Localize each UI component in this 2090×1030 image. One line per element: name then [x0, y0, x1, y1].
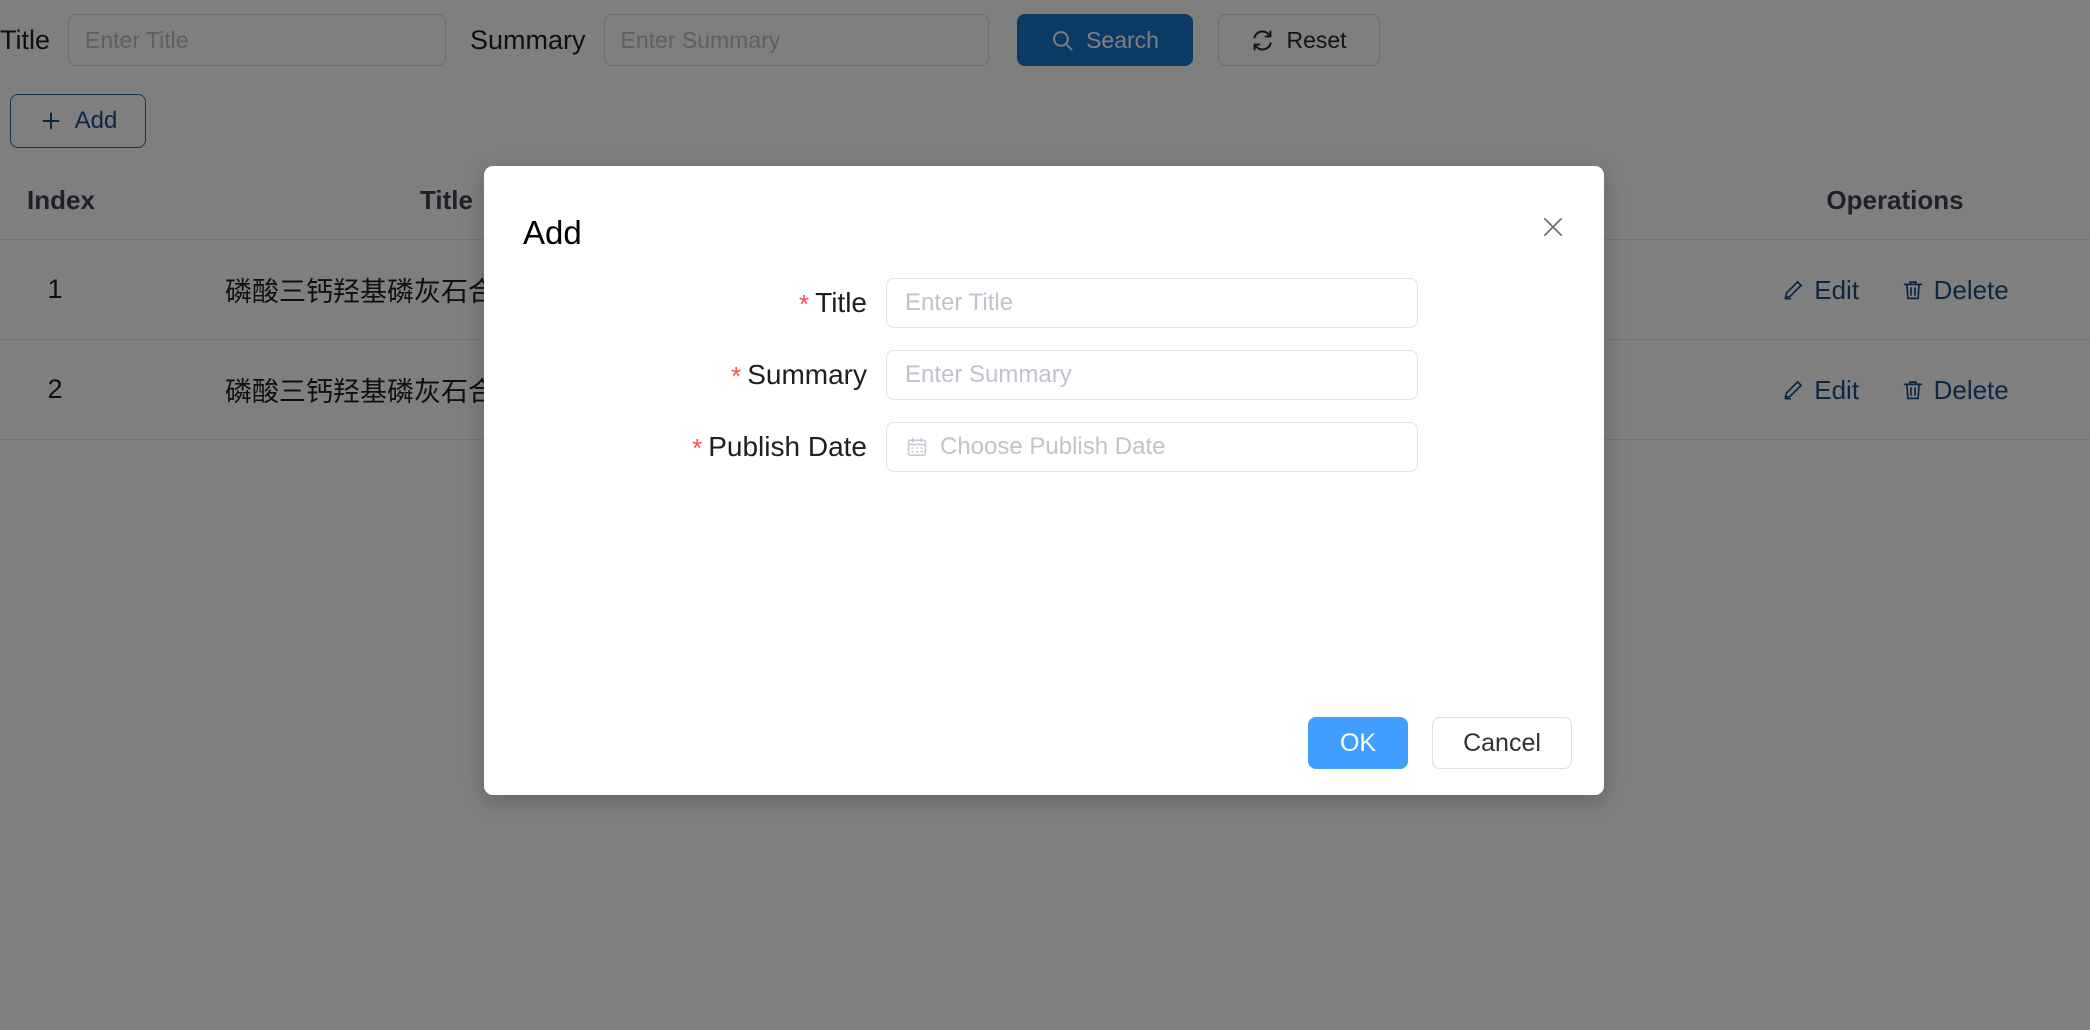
calendar-icon — [905, 435, 929, 459]
field-label-publish-date: * Publish Date — [484, 430, 886, 464]
summary-input[interactable]: Enter Summary — [886, 350, 1418, 400]
add-form: * Title Enter Title * Summary Enter Summar… — [484, 278, 1604, 496]
cancel-button-label: Cancel — [1463, 728, 1541, 757]
field-label-title: * Title — [484, 286, 886, 320]
field-label-summary-text: Summary — [747, 358, 867, 390]
required-asterisk: * — [731, 361, 742, 392]
ok-button-label: OK — [1339, 728, 1377, 757]
summary-input-placeholder: Enter Summary — [905, 361, 1072, 388]
form-row-publish-date: * Publish Date Choose Publish Date — [484, 422, 1604, 472]
required-asterisk: * — [692, 433, 703, 464]
dialog-title: Add — [523, 214, 582, 251]
publish-date-placeholder: Choose Publish Date — [940, 433, 1166, 460]
ok-button[interactable]: OK — [1308, 717, 1408, 769]
form-row-title: * Title Enter Title — [484, 278, 1604, 328]
field-label-title-text: Title — [815, 286, 867, 318]
publish-date-input[interactable]: Choose Publish Date — [886, 422, 1418, 472]
title-input-placeholder: Enter Title — [905, 289, 1014, 316]
required-asterisk: * — [799, 289, 810, 320]
dialog-footer: OK Cancel — [1308, 717, 1572, 769]
form-row-summary: * Summary Enter Summary — [484, 350, 1604, 400]
close-icon[interactable] — [1531, 205, 1575, 249]
cancel-button[interactable]: Cancel — [1432, 717, 1572, 769]
field-label-summary: * Summary — [484, 358, 886, 392]
title-input[interactable]: Enter Title — [886, 278, 1418, 328]
field-label-publish-date-text: Publish Date — [708, 430, 867, 462]
add-dialog: Add * Title Enter Title * Summary Enter Su… — [484, 166, 1604, 795]
